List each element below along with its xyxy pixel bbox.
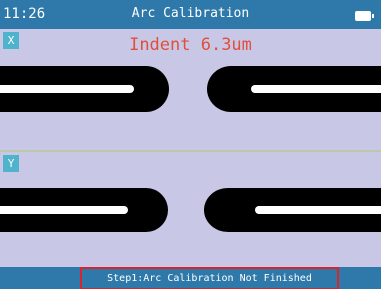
title-bar: 11:26 Arc Calibration: [0, 0, 381, 29]
axis-label-y: Y: [3, 155, 19, 172]
x-camera-view: X Indent 6.3um: [0, 29, 381, 150]
right-fiber-core: [251, 85, 381, 93]
status-message: Step1:Arc Calibration Not Finished: [80, 267, 339, 289]
indent-readout: Indent 6.3um: [129, 35, 252, 55]
y-camera-view: Y: [0, 152, 381, 267]
arc-calibration-screen: 11:26 Arc Calibration X Indent 6.3um Y S…: [0, 0, 381, 289]
left-fiber-core: [0, 206, 128, 214]
screen-title: Arc Calibration: [131, 6, 250, 21]
battery-full-icon: [355, 11, 374, 21]
y-fiber-image: [0, 188, 381, 232]
status-bar: Step1:Arc Calibration Not Finished: [0, 267, 381, 289]
right-fiber-core: [255, 206, 381, 214]
left-fiber-core: [0, 85, 134, 93]
